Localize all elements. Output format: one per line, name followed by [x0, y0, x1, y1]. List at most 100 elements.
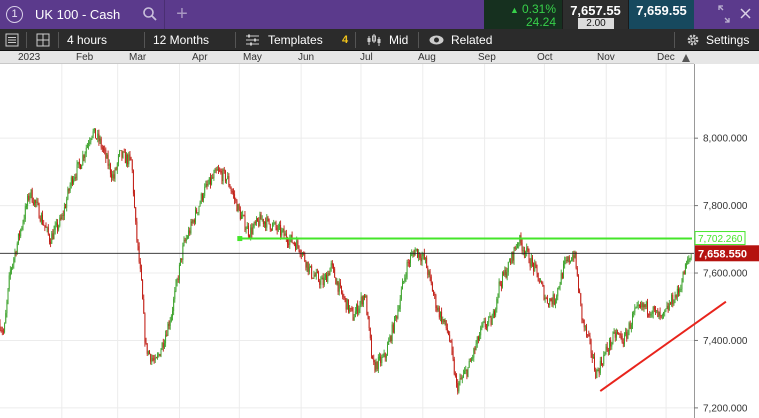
candle-body [120, 150, 122, 152]
candle-body [161, 342, 163, 350]
price-type-selector[interactable]: Mid [389, 29, 408, 51]
candle-body [689, 258, 691, 260]
gear-icon [687, 34, 699, 46]
candle-body [385, 355, 387, 358]
candle-body [4, 323, 6, 332]
candle-body [118, 155, 119, 164]
candle-body [113, 174, 115, 179]
candle-body [85, 147, 87, 154]
search-icon[interactable] [142, 6, 158, 22]
current-price-label: 7,658.550 [698, 248, 747, 260]
candle-body [322, 277, 324, 285]
candle-body [400, 289, 402, 300]
candle-body [65, 206, 66, 208]
candle-body [0, 330, 2, 331]
candle-body [258, 221, 260, 226]
range-selector[interactable]: 12 Months [153, 29, 209, 51]
candle-body [323, 277, 325, 285]
candle-body [158, 354, 160, 356]
candle-body [107, 154, 109, 166]
candle-body [262, 219, 264, 224]
candle-body [580, 293, 582, 304]
price-bars-icon [367, 34, 381, 46]
candle-body [198, 206, 200, 213]
candle-body [408, 262, 410, 264]
buy-button[interactable]: 7,659.55 [628, 0, 694, 29]
menu-icon[interactable] [5, 33, 19, 47]
scroll-arrow-icon[interactable] [681, 52, 691, 63]
close-icon[interactable] [740, 8, 751, 19]
candle-body [596, 370, 598, 378]
change-absolute: 24.24 [525, 15, 556, 29]
candle-body [316, 272, 318, 273]
candle-body [688, 259, 690, 261]
settings-button[interactable]: Settings [706, 29, 749, 51]
expand-icon[interactable] [718, 5, 730, 23]
candle-body [279, 225, 280, 226]
candle-body [630, 324, 632, 329]
candle-body [428, 271, 430, 275]
candle-body [492, 311, 494, 319]
candle-body [521, 242, 523, 251]
candle-body [643, 304, 645, 308]
candle-body [62, 215, 64, 216]
candle-body [106, 154, 108, 159]
candle-body [144, 313, 146, 343]
candle-body [555, 300, 556, 305]
up-arrow-icon: ▲ [510, 5, 519, 15]
candle-body [542, 283, 544, 287]
candle-body [615, 332, 617, 338]
candle-body [387, 344, 388, 356]
add-tab-plus-icon[interactable]: + [172, 3, 192, 26]
candle-body [571, 260, 572, 262]
candle-body [603, 354, 605, 365]
buy-price: 7,659.55 [636, 3, 687, 18]
candle-body [109, 163, 111, 174]
layout-grid-icon[interactable] [36, 33, 50, 47]
candle-body [277, 225, 279, 231]
candle-body [305, 261, 307, 268]
candle-body [568, 256, 570, 263]
candle-body [20, 229, 22, 237]
candle-body [244, 215, 246, 230]
candle-body [319, 280, 321, 285]
candle-body [269, 223, 271, 230]
candle-body [434, 294, 436, 296]
y-tick-label: 8,000.000 [703, 134, 748, 145]
window-controls [718, 5, 751, 23]
candle-body [464, 370, 466, 374]
candle-body [482, 321, 484, 326]
candle-body [496, 298, 498, 310]
templates-button[interactable]: Templates [268, 29, 323, 51]
candle-body [187, 237, 188, 239]
price-chart[interactable]: 8,000.000 7,800.000 7,600.000 7,400.000 7,20… [0, 64, 759, 418]
candle-body [621, 335, 623, 343]
candle-body [96, 138, 98, 140]
candle-body [517, 244, 518, 248]
candle-body [304, 253, 306, 262]
candle-body [192, 219, 194, 223]
candle-body [164, 343, 165, 348]
related-button[interactable]: Related [451, 29, 492, 51]
candle-body [389, 336, 391, 342]
candle-body [402, 281, 403, 290]
candle-body [112, 174, 114, 179]
candle-body [155, 357, 157, 359]
candle-body [457, 383, 459, 392]
candle-body [629, 323, 631, 329]
candle-body [105, 149, 107, 159]
candle-body [273, 223, 275, 225]
instrument-tab[interactable]: 1 UK 100 - Cash [0, 0, 165, 29]
change-percent: 0.31% [521, 2, 556, 16]
instrument-name: UK 100 - Cash [35, 7, 121, 22]
candle-body [366, 295, 368, 316]
candle-body [613, 331, 615, 334]
month-label: Oct [537, 52, 553, 63]
interval-selector[interactable]: 4 hours [67, 29, 107, 51]
candle-body [218, 169, 219, 171]
resistance-price-label: 7,702.260 [698, 234, 743, 245]
candle-body [168, 323, 170, 326]
candle-body [80, 164, 81, 170]
candle-body [450, 340, 452, 342]
candle-body [374, 362, 376, 371]
